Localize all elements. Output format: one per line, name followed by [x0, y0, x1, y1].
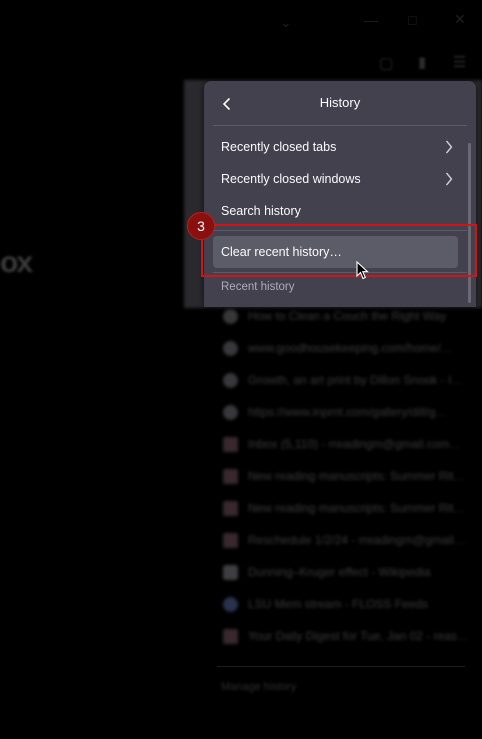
history-entry-title: Inbox (5,110) - rreadingm@gmail.com…: [248, 437, 462, 451]
search-history-item[interactable]: Search history: [213, 196, 458, 226]
recently-closed-tabs-item[interactable]: Recently closed tabs: [213, 132, 458, 162]
wikipedia-icon: [223, 564, 238, 580]
history-entry[interactable]: Inbox (5,110) - rreadingm@gmail.com…: [212, 428, 474, 460]
gmail-icon: [223, 500, 238, 516]
extensions-icon: ▮: [418, 54, 427, 71]
mouse-pointer-icon: [356, 261, 369, 280]
step-highlight-box: [201, 224, 477, 277]
globe-icon: [223, 372, 238, 388]
globe-icon: [223, 340, 238, 356]
history-entry[interactable]: www.goodhousekeeping.com/home/…: [212, 332, 474, 364]
gmail-icon: [223, 468, 238, 484]
menu-item-label: Recently closed windows: [221, 172, 361, 186]
title-divider: [213, 125, 467, 126]
history-entry-title: How to Clean a Couch the Right Way: [248, 309, 447, 323]
globe-icon: [223, 308, 238, 324]
history-entry-title: Growth, an art print by Dillon Snook - I…: [248, 373, 464, 387]
chevron-right-icon: [445, 172, 453, 186]
history-entry[interactable]: Reschedule 1/2/24 - rreadingm@gmail…: [212, 524, 474, 556]
gmail-icon: [223, 532, 238, 548]
menu-item-label: Search history: [221, 204, 301, 218]
history-entry[interactable]: New reading manuscripts: Summer Rit…: [212, 460, 474, 492]
feed-icon: [223, 596, 238, 612]
history-entry[interactable]: Your Daily Digest for Tue, Jan 02 - reas…: [212, 620, 474, 652]
panel-scrollbar[interactable]: [468, 143, 471, 303]
gmail-icon: [223, 628, 238, 644]
history-entry[interactable]: https://www.inprnt.com/gallery/dill/g…: [212, 396, 474, 428]
footer-divider: [217, 666, 465, 667]
history-entry[interactable]: Growth, an art print by Dillon Snook - I…: [212, 364, 474, 396]
tab-list-chevron-icon: ⌄: [280, 14, 292, 30]
restore-icon: □: [408, 12, 417, 28]
history-entry-title: Dunning–Kruger effect - Wikipedia: [248, 565, 431, 579]
close-window-icon: ✕: [454, 11, 466, 27]
history-entry-title: New reading manuscripts: Summer Rit…: [248, 469, 466, 483]
history-entry-title: New reading manuscripts: Summer Rit…: [248, 501, 466, 515]
history-entry-title: LSU Mem stream - FLOSS Feeds: [248, 597, 429, 611]
recent-history-list: How to Clean a Couch the Right Way www.go…: [212, 300, 474, 652]
recent-history-heading: Recent history: [221, 281, 295, 293]
gmail-icon: [223, 436, 238, 452]
globe-icon: [223, 404, 238, 420]
manage-history-link[interactable]: Manage history: [221, 681, 296, 693]
background-logo: ox: [0, 246, 33, 279]
step-number-badge: 3: [187, 212, 215, 240]
minimize-icon: —: [364, 12, 378, 28]
app-menu-icon: ☰: [453, 54, 467, 71]
menu-item-label: Recently closed tabs: [221, 140, 337, 154]
history-entry[interactable]: New reading manuscripts: Summer Rit…: [212, 492, 474, 524]
chevron-right-icon: [445, 140, 453, 154]
panel-title: History: [319, 95, 361, 110]
history-entry-title: Your Daily Digest for Tue, Jan 02 - reas…: [248, 629, 469, 643]
history-entry-title: Reschedule 1/2/24 - rreadingm@gmail…: [248, 533, 466, 547]
history-entry-title: www.goodhousekeeping.com/home/…: [248, 341, 453, 355]
history-entry[interactable]: LSU Mem stream - FLOSS Feeds: [212, 588, 474, 620]
recently-closed-windows-item[interactable]: Recently closed windows: [213, 164, 458, 194]
pocket-icon: ▢: [379, 55, 394, 72]
history-entry-title: https://www.inprnt.com/gallery/dill/g…: [248, 405, 448, 419]
history-entry[interactable]: Dunning–Kruger effect - Wikipedia: [212, 556, 474, 588]
